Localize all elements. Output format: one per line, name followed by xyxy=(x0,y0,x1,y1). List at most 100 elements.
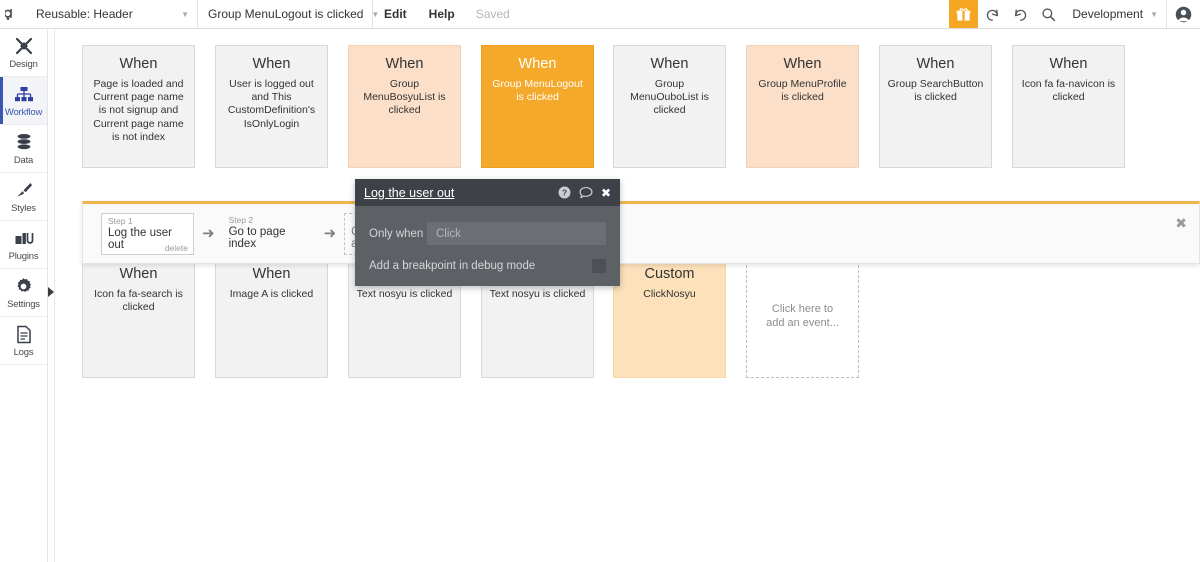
sidebar-label-data: Data xyxy=(13,154,34,166)
popup-title: Log the user out xyxy=(364,185,455,200)
element-selector-dropdown[interactable]: Reusable: Header ▼ xyxy=(26,0,198,28)
event-card-description: Group MenuBosyuList is clicked xyxy=(363,77,446,117)
only-when-row: Only when Click xyxy=(369,222,606,245)
event-card-description: Page is loaded and Current page name is … xyxy=(93,77,184,143)
event-card-description: Group SearchButton is clicked xyxy=(887,77,984,103)
event-card-description: Group MenuLogout is clicked xyxy=(492,77,583,103)
event-card-title: When xyxy=(783,56,822,72)
sidebar-item-plugins[interactable]: Plugins xyxy=(0,221,47,269)
step-delete-link[interactable]: delete xyxy=(165,243,188,253)
event-card-description: Icon fa fa-search is clicked xyxy=(94,287,183,313)
custom-event-card[interactable]: Custom ClickNosyu xyxy=(613,255,726,378)
bubble-logo-icon[interactable] xyxy=(0,0,26,28)
close-icon[interactable]: ✖ xyxy=(601,186,611,200)
event-card[interactable]: When Icon fa fa-search is clicked xyxy=(82,255,195,378)
event-card-description: Group MenuOuboList is clicked xyxy=(630,77,709,117)
search-icon[interactable] xyxy=(1034,0,1062,28)
close-icon[interactable]: ✖ xyxy=(1175,216,1187,230)
sidebar-label-plugins: Plugins xyxy=(8,250,39,262)
add-event-card[interactable]: Click here to add an event... xyxy=(746,255,859,378)
steps-list: Step 1 Log the user out delete ➜ Step 2 … xyxy=(83,204,1199,263)
help-circle-icon[interactable]: ? xyxy=(558,186,571,199)
workflow-steps-panel: Step 1 Log the user out delete ➜ Step 2 … xyxy=(82,195,1200,264)
event-card[interactable]: When Group SearchButton is clicked xyxy=(879,45,992,168)
workflow-selector-dropdown[interactable]: Group MenuLogout is clicked ▼ xyxy=(198,0,379,28)
step-title: Go to page index xyxy=(228,225,286,251)
breakpoint-row: Add a breakpoint in debug mode xyxy=(369,259,606,273)
breakpoint-label: Add a breakpoint in debug mode xyxy=(369,260,536,272)
gear-icon xyxy=(14,276,33,296)
plugin-icon xyxy=(14,228,34,248)
event-card-description: ClickNosyu xyxy=(643,287,696,300)
comment-bubble-icon[interactable] xyxy=(579,186,593,199)
step-item[interactable]: Step 1 Log the user out delete xyxy=(101,212,194,255)
workflow-canvas: When Page is loaded and Current page nam… xyxy=(55,29,1200,562)
chevron-down-icon: ▼ xyxy=(181,9,189,19)
collapse-arrow-icon[interactable] xyxy=(48,287,54,297)
save-status-label: Saved xyxy=(475,7,510,21)
help-menu-button[interactable]: Help xyxy=(418,0,466,28)
environment-dropdown[interactable]: Development ▼ xyxy=(1062,0,1166,28)
event-card[interactable]: When Page is loaded and Current page nam… xyxy=(82,45,195,168)
document-lines-icon xyxy=(15,324,33,344)
database-icon xyxy=(14,132,34,152)
event-card-title: When xyxy=(119,56,158,72)
right-arrow-icon: ➜ xyxy=(202,225,215,242)
event-card-description: Group MenuProfile is clicked xyxy=(758,77,847,103)
event-card-description: Text nosyu is clicked xyxy=(356,287,453,300)
environment-value: Development xyxy=(1072,7,1144,21)
paintbrush-icon xyxy=(14,180,34,200)
chevron-down-icon: ▼ xyxy=(1150,9,1158,19)
only-when-label: Only when xyxy=(369,227,424,240)
element-selector-value: Reusable: Header xyxy=(36,7,133,21)
event-card-title: When xyxy=(252,56,291,72)
add-event-label: Click here to add an event... xyxy=(766,302,839,329)
event-card-title: When xyxy=(252,266,291,282)
left-sidebar: Design Workflow Data Styles Plugins Sett… xyxy=(0,29,54,562)
sidebar-label-workflow: Workflow xyxy=(4,106,43,118)
event-card-title: When xyxy=(119,266,158,282)
gift-icon[interactable] xyxy=(949,0,979,28)
event-card[interactable]: When Group MenuProfile is clicked xyxy=(746,45,859,168)
event-card-selected[interactable]: When Group MenuLogout is clicked xyxy=(481,45,594,168)
event-card-title: When xyxy=(916,56,955,72)
event-card-description: Text nosyu is clicked xyxy=(489,287,586,300)
event-card[interactable]: When Icon fa fa-navicon is clicked xyxy=(1012,45,1125,168)
sidebar-item-settings[interactable]: Settings xyxy=(0,269,47,317)
sidebar-item-workflow[interactable]: Workflow xyxy=(0,77,47,125)
edit-menu-button[interactable]: Edit xyxy=(373,0,418,28)
sidebar-item-styles[interactable]: Styles xyxy=(0,173,47,221)
svg-text:?: ? xyxy=(562,188,567,198)
right-arrow-icon: ➜ xyxy=(323,225,337,242)
event-card-title: Custom xyxy=(644,266,695,282)
popup-body: Only when Click Add a breakpoint in debu… xyxy=(355,206,620,286)
breakpoint-checkbox[interactable] xyxy=(592,259,606,273)
action-properties-popup: Log the user out ? ✖ Only when Click Add… xyxy=(355,179,620,286)
step-item[interactable]: Step 2 Go to page index xyxy=(223,213,316,255)
event-card-title: When xyxy=(518,56,557,72)
top-toolbar: Reusable: Header ▼ Group MenuLogout is c… xyxy=(0,0,1200,29)
workflow-tree-icon xyxy=(14,84,34,104)
only-when-input[interactable]: Click xyxy=(427,222,606,245)
sidebar-item-logs[interactable]: Logs xyxy=(0,317,47,365)
event-card[interactable]: When User is logged out and This CustomD… xyxy=(215,45,328,168)
event-card[interactable]: When Group MenuBosyuList is clicked xyxy=(348,45,461,168)
sidebar-label-design: Design xyxy=(9,58,38,70)
event-card[interactable]: When Group MenuOuboList is clicked xyxy=(613,45,726,168)
redo-icon[interactable] xyxy=(1006,0,1034,28)
undo-icon[interactable] xyxy=(978,0,1006,28)
user-avatar-icon[interactable] xyxy=(1166,0,1200,28)
sidebar-label-styles: Styles xyxy=(11,202,36,214)
step-number-label: Step 1 xyxy=(108,215,133,226)
design-tools-icon xyxy=(14,36,34,56)
sidebar-label-logs: Logs xyxy=(13,346,34,358)
event-card[interactable]: When Image A is clicked xyxy=(215,255,328,378)
sidebar-item-design[interactable]: Design xyxy=(0,29,47,77)
event-card-title: When xyxy=(385,56,424,72)
event-card-description: Image A is clicked xyxy=(229,287,314,300)
event-card-title: When xyxy=(650,56,689,72)
sidebar-label-settings: Settings xyxy=(7,298,40,310)
sidebar-item-data[interactable]: Data xyxy=(0,125,47,173)
event-card-description: Icon fa fa-navicon is clicked xyxy=(1021,77,1116,103)
